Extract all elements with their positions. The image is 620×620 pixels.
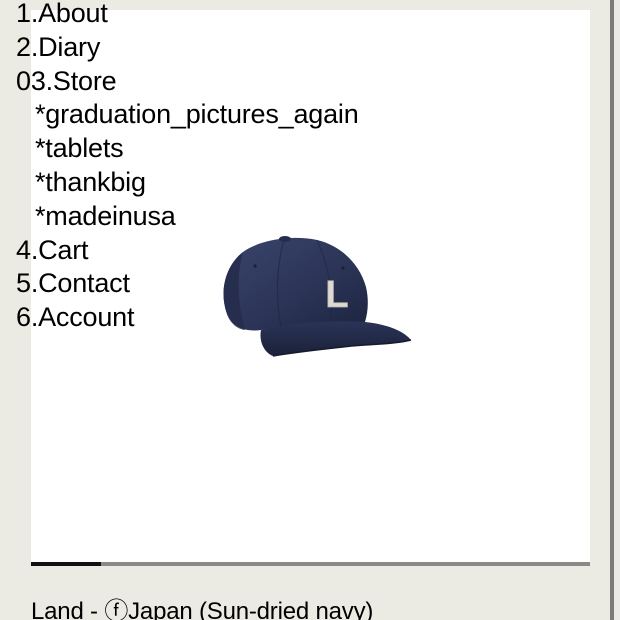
nav-subitem-graduation-pictures-again[interactable]: *graduation_pictures_again <box>16 98 359 132</box>
slideshow-progress-track[interactable] <box>31 562 590 566</box>
nav-subitem-thankbig[interactable]: *thankbig <box>16 166 359 200</box>
nav-item-contact[interactable]: 5.Contact <box>16 267 359 301</box>
page: 1.About 2.Diary 03.Store *graduation_pic… <box>0 0 620 620</box>
nav-item-about[interactable]: 1.About <box>16 0 359 31</box>
nav-subitem-tablets[interactable]: *tablets <box>16 132 359 166</box>
product-caption[interactable]: Land - ⓕJapan (Sun-dried navy) <box>31 597 373 620</box>
nav-item-account[interactable]: 6.Account <box>16 301 359 335</box>
nav-item-store[interactable]: 03.Store <box>16 65 359 99</box>
main-navigation: 1.About 2.Diary 03.Store *graduation_pic… <box>16 0 359 335</box>
nav-item-cart[interactable]: 4.Cart <box>16 234 359 268</box>
right-divider <box>610 0 614 620</box>
nav-subitem-madeinusa[interactable]: *madeinusa <box>16 200 359 234</box>
slideshow-progress-bar <box>31 562 101 566</box>
nav-item-diary[interactable]: 2.Diary <box>16 31 359 65</box>
